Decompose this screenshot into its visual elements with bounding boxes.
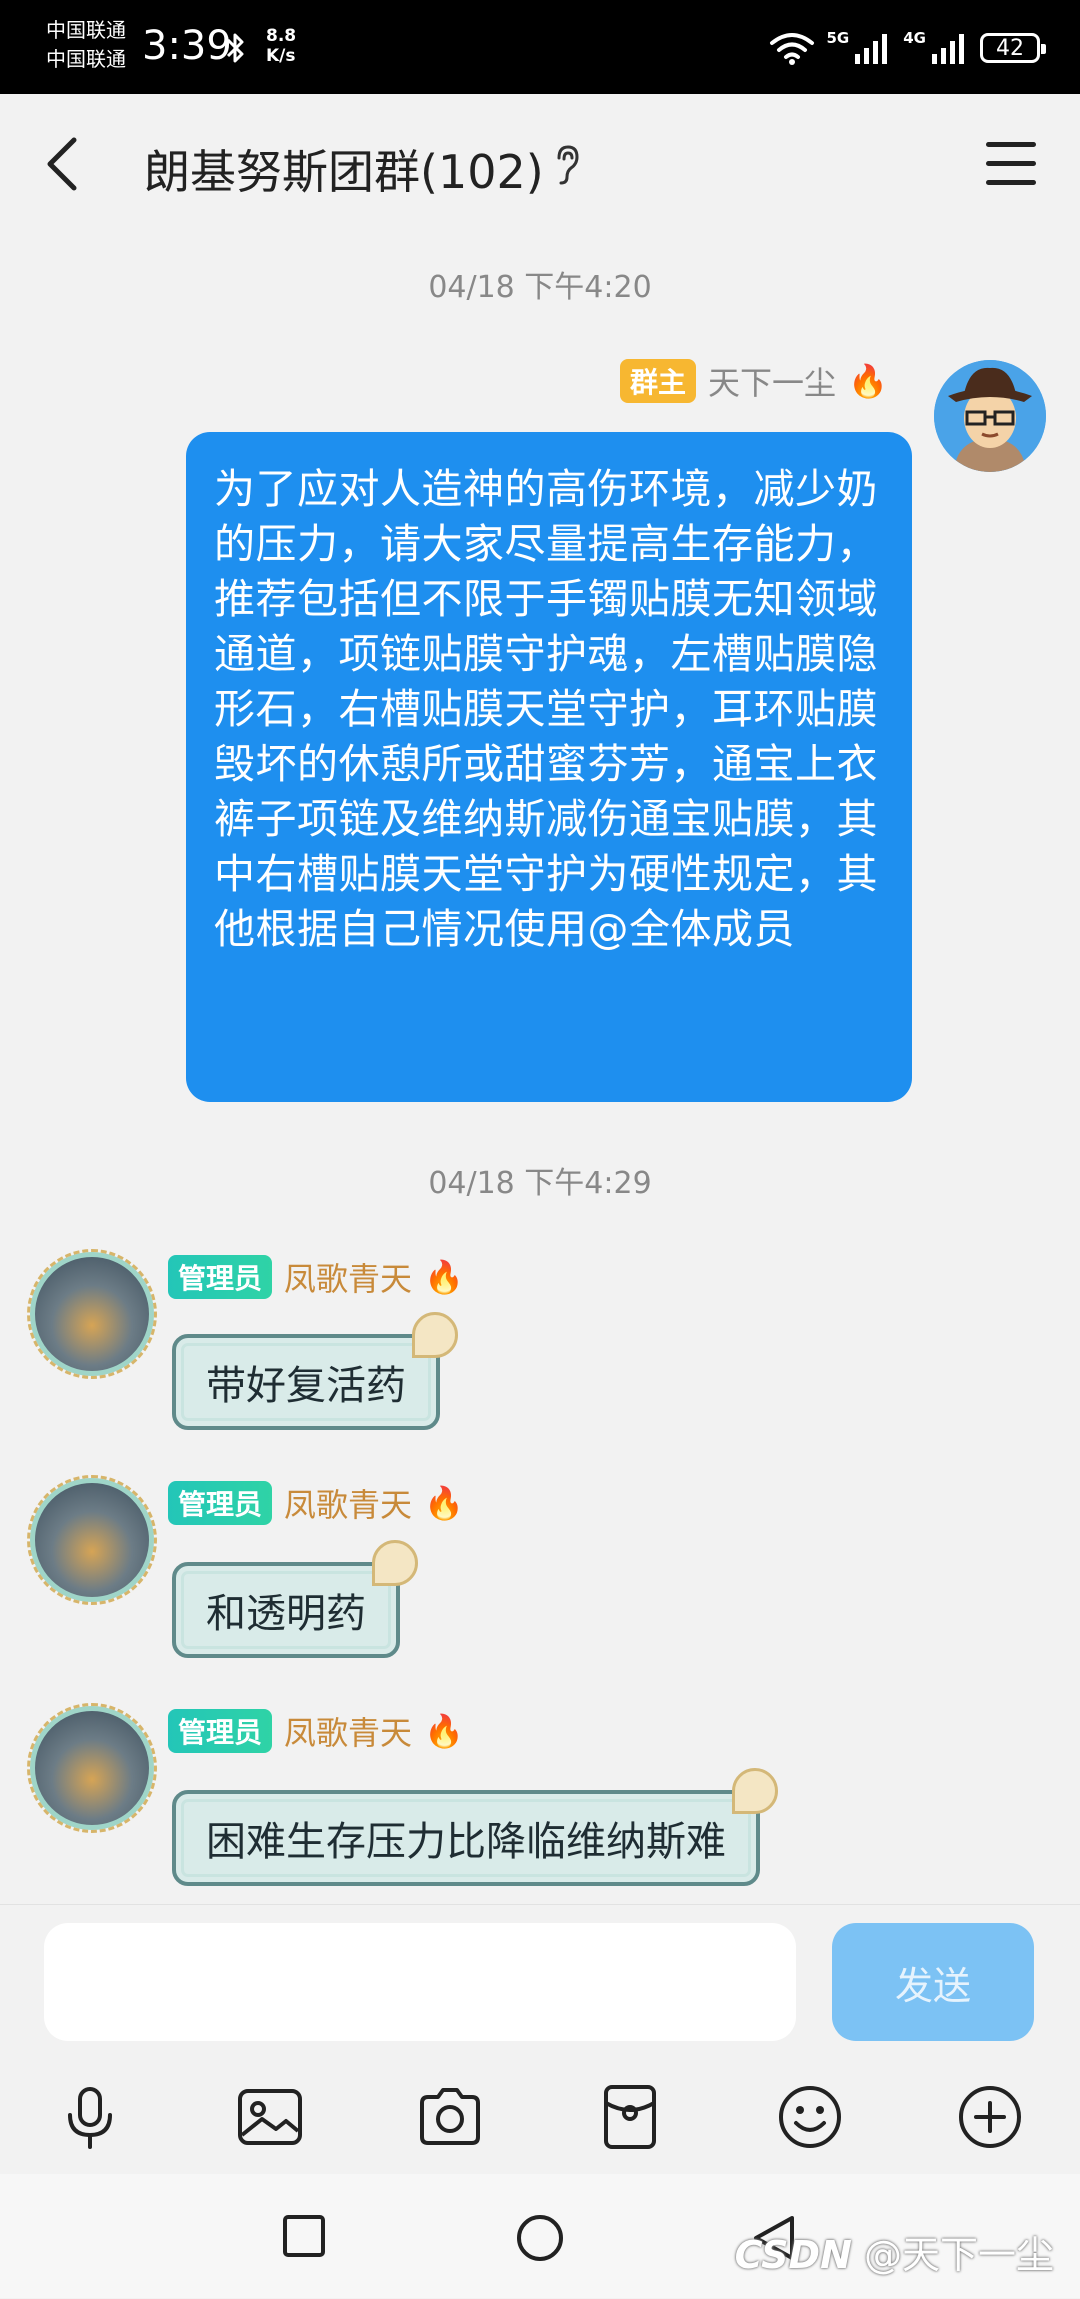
flame-icon: 🔥: [424, 1484, 464, 1522]
menu-line: [986, 142, 1036, 147]
timestamp: 04/18 下午4:29: [428, 1166, 652, 1201]
carrier-1: 中国联通: [46, 18, 126, 42]
chat-header: 朗基努斯团群(102): [0, 94, 1080, 234]
camera-icon[interactable]: [416, 2083, 484, 2151]
speed-value: 8.8: [266, 26, 297, 46]
avatar[interactable]: [27, 1249, 157, 1379]
battery-icon: 42: [980, 33, 1046, 63]
flame-icon: 🔥: [848, 362, 888, 400]
status-icons: 5G 4G 42: [769, 28, 1046, 68]
signal-icon: [932, 34, 964, 64]
speed-unit: K/s: [266, 46, 296, 66]
network-4g-label: 4G: [903, 29, 926, 47]
sender-name[interactable]: 凤歌青天: [284, 1254, 412, 1300]
menu-button[interactable]: [986, 142, 1036, 186]
watermark-text: @天下一尘: [863, 2233, 1054, 2277]
send-button[interactable]: 发送: [832, 1923, 1034, 2041]
owner-badge: 群主: [620, 359, 697, 403]
watermark-logo: CSDN: [734, 2233, 852, 2277]
network-speed: 8.8 K/s: [266, 26, 296, 66]
carrier-2: 中国联通: [46, 47, 126, 71]
message-bubble[interactable]: 困难生存压力比降临维纳斯难: [172, 1768, 778, 1886]
watermark: CSDN @天下一尘: [735, 2224, 1054, 2279]
clock: 3:39: [142, 23, 232, 69]
status-bar: 中国联通 中国联通 3:39 8.8 K/s 5G 4G 42: [0, 0, 1080, 94]
avatar[interactable]: [934, 360, 1046, 472]
sender-row: 群主 天下一尘 🔥: [620, 358, 888, 404]
signal-icon: [855, 34, 888, 64]
red-packet-icon[interactable]: [596, 2083, 664, 2151]
message-bubble[interactable]: 带好复活药: [172, 1312, 458, 1430]
sender-row: 管理员 凤歌青天 🔥: [168, 1254, 464, 1300]
sender-row: 管理员 凤歌青天 🔥: [168, 1708, 464, 1754]
carrier-info: 中国联通 中国联通: [46, 16, 126, 74]
image-icon[interactable]: [236, 2083, 304, 2151]
network-5g-label: 5G: [826, 29, 850, 47]
admin-badge: 管理员: [168, 1709, 273, 1753]
message-bubble[interactable]: 和透明药: [172, 1540, 418, 1658]
wifi-icon: [769, 33, 814, 65]
chat-title: 朗基努斯团群(102): [144, 145, 544, 199]
bluetooth-icon: [226, 33, 244, 63]
sender-name[interactable]: 天下一尘: [708, 358, 836, 404]
message-bubble[interactable]: 为了应对人造神的高伤环境，减少奶的压力，请大家尽量提高生存能力，推荐包括但不限于…: [186, 432, 912, 1102]
battery-level: 42: [996, 35, 1024, 61]
emoji-icon[interactable]: [776, 2083, 844, 2151]
recents-icon[interactable]: [282, 2214, 326, 2258]
plus-icon[interactable]: [956, 2083, 1024, 2151]
avatar-portrait-icon: [934, 360, 1046, 472]
microphone-icon[interactable]: [56, 2083, 124, 2151]
sender-row: 管理员 凤歌青天 🔥: [168, 1480, 464, 1526]
ear-icon[interactable]: [552, 144, 582, 186]
timestamp: 04/18 下午4:20: [428, 270, 652, 305]
admin-badge: 管理员: [168, 1255, 273, 1299]
back-button[interactable]: [34, 134, 94, 194]
sender-name[interactable]: 凤歌青天: [284, 1708, 412, 1754]
flame-icon: 🔥: [424, 1712, 464, 1750]
avatar[interactable]: [27, 1475, 157, 1605]
flame-icon: 🔥: [424, 1258, 464, 1296]
admin-badge: 管理员: [168, 1481, 273, 1525]
avatar[interactable]: [27, 1703, 157, 1833]
menu-line: [986, 180, 1036, 185]
sender-name[interactable]: 凤歌青天: [284, 1480, 412, 1526]
message-input[interactable]: [44, 1923, 796, 2041]
home-icon[interactable]: [516, 2214, 564, 2262]
menu-line: [986, 161, 1036, 166]
